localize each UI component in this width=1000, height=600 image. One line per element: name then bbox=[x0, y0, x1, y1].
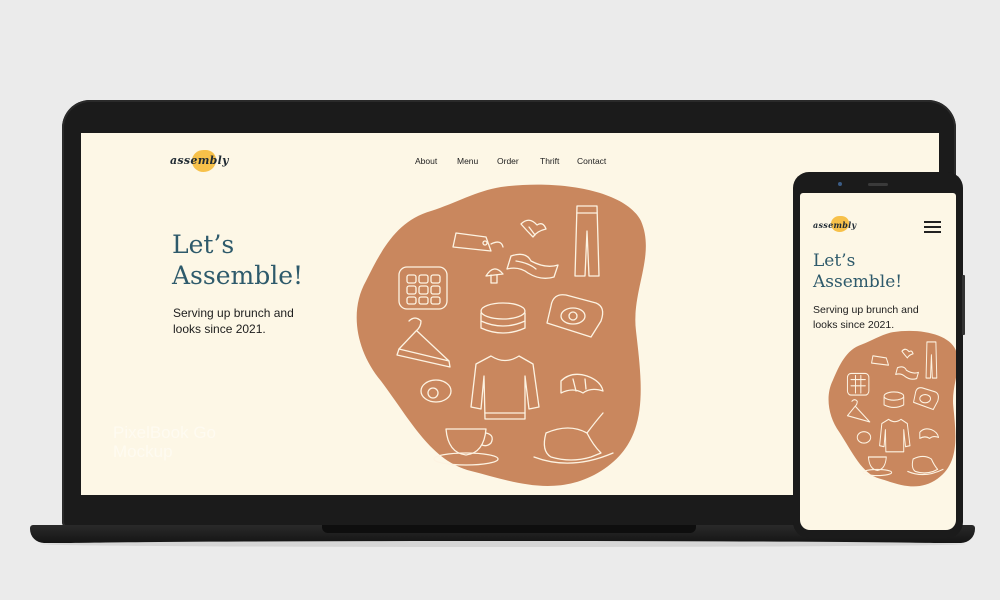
nav-about[interactable]: About bbox=[415, 156, 457, 166]
desktop-nav: About Menu Order Thrift Contact bbox=[415, 156, 617, 166]
mobile-site-logo[interactable]: assembly bbox=[813, 216, 857, 232]
hero-heading-line2: Assemble! bbox=[172, 261, 304, 290]
mobile-hero-illustration bbox=[828, 330, 956, 487]
watermark-line2: Mockup bbox=[113, 442, 173, 461]
mobile-logo-text: assembly bbox=[813, 220, 857, 230]
mobile-illustration-blob bbox=[828, 330, 956, 487]
site-logo[interactable]: assembly bbox=[170, 150, 229, 172]
nav-menu[interactable]: Menu bbox=[457, 156, 497, 166]
phone-speaker bbox=[868, 183, 888, 186]
illustration-blob bbox=[356, 184, 646, 486]
laptop-shadow bbox=[40, 541, 965, 547]
nav-contact[interactable]: Contact bbox=[577, 156, 617, 166]
hero-subtitle: Serving up brunch and looks since 2021. bbox=[173, 305, 323, 337]
logo-text: assembly bbox=[170, 154, 229, 167]
mobile-hero-heading-line1: Let’s bbox=[813, 251, 856, 271]
nav-thrift[interactable]: Thrift bbox=[540, 156, 577, 166]
nav-order[interactable]: Order bbox=[497, 156, 540, 166]
hero-heading-line1: Let’s bbox=[172, 230, 235, 259]
hero-illustration bbox=[356, 184, 646, 486]
watermark-line1: PixelBook Go bbox=[113, 423, 216, 442]
hero-subtitle-line1: Serving up brunch and bbox=[173, 306, 294, 320]
hero-heading: Let’s Assemble! bbox=[172, 229, 372, 291]
phone-camera bbox=[838, 182, 842, 186]
laptop-hinge-notch bbox=[322, 525, 696, 533]
mockup-watermark: PixelBook Go Mockup bbox=[113, 423, 263, 461]
phone-side-button bbox=[962, 275, 965, 335]
hamburger-menu-icon[interactable] bbox=[924, 221, 941, 234]
mobile-hero-heading-line2: Assemble! bbox=[813, 272, 903, 292]
mobile-hero-heading: Let’s Assemble! bbox=[813, 251, 943, 293]
phone-screen: assembly Let’s Assemble! Serving up brun… bbox=[800, 193, 956, 530]
hero-subtitle-line2: looks since 2021. bbox=[173, 322, 266, 336]
mobile-hero-subtitle-line1: Serving up brunch and bbox=[813, 304, 919, 316]
